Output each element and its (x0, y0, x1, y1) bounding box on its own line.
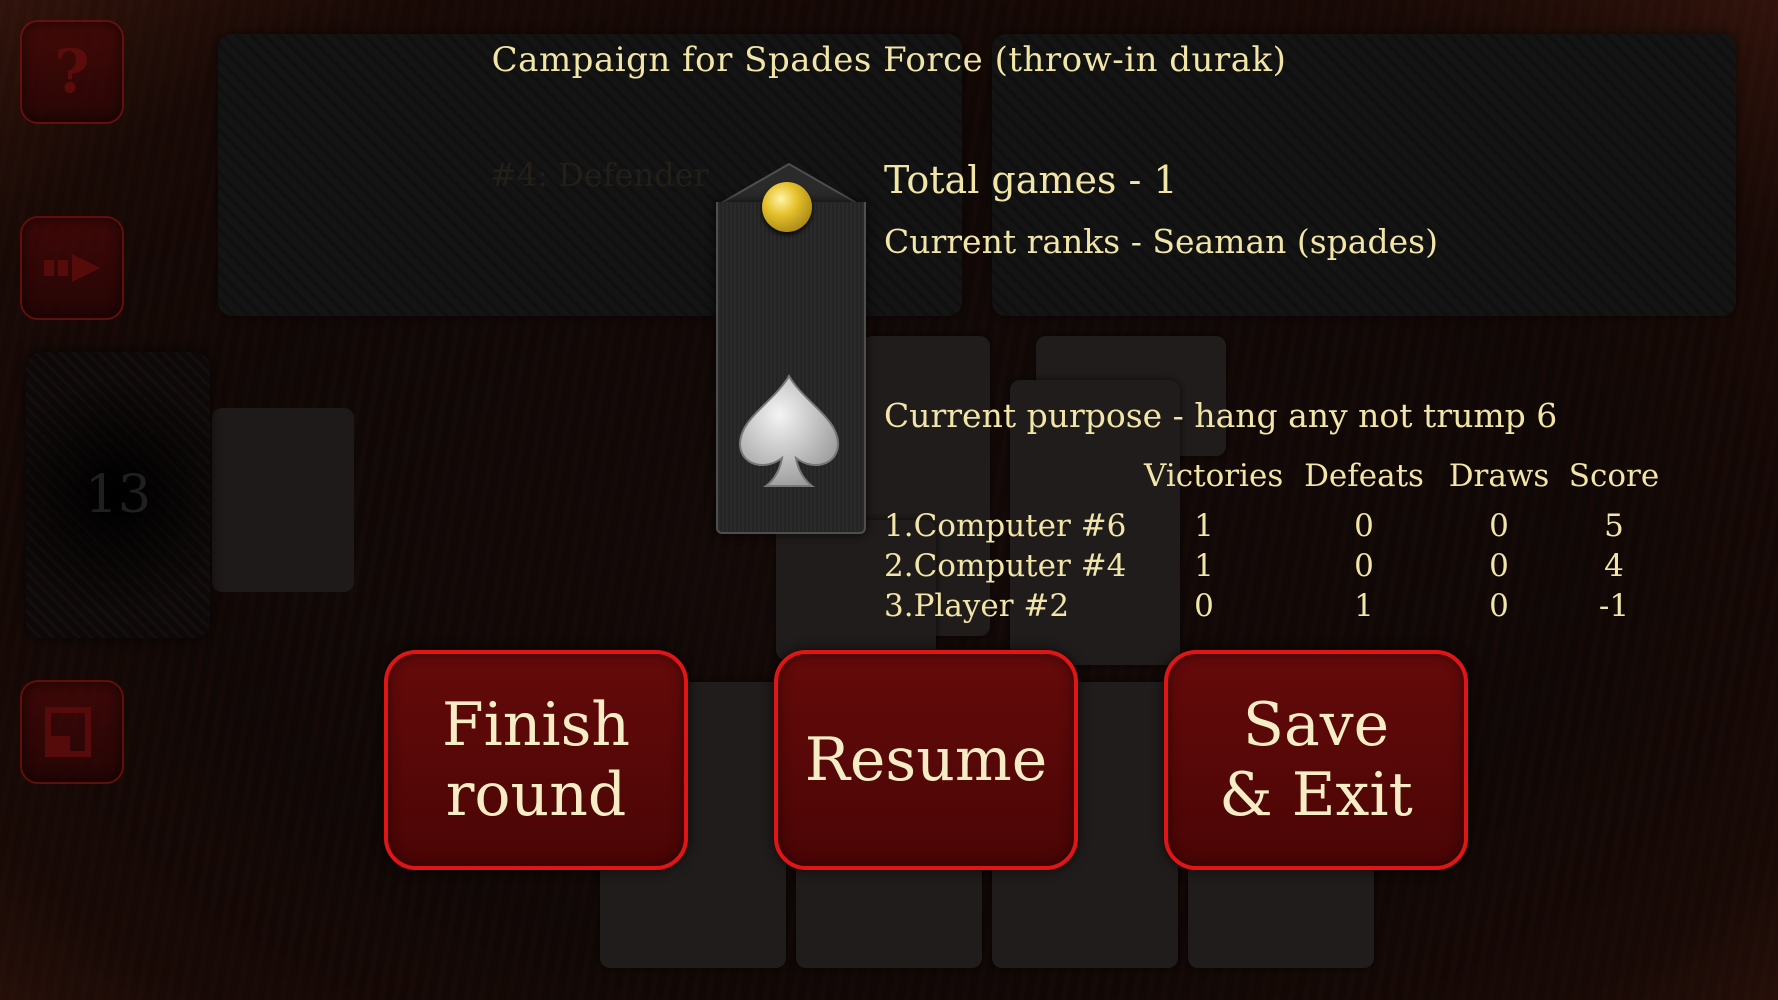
row-defeats: 0 (1354, 508, 1374, 544)
table-row: 2.Computer #4 1 0 0 4 (884, 548, 1684, 588)
row-name: 1.Computer #6 (884, 508, 1127, 544)
row-victories: 1 (1194, 508, 1214, 544)
header-score: Score (1568, 458, 1660, 494)
table-row: 1.Computer #6 1 0 0 5 (884, 508, 1684, 548)
row-name: 2.Computer #4 (884, 548, 1127, 584)
row-draws: 0 (1489, 548, 1509, 584)
card-sort-icon (44, 254, 100, 282)
card-sort-button[interactable] (20, 216, 124, 320)
current-purpose: Current purpose - hang any not trump 6 (884, 396, 1558, 435)
save-exit-button[interactable]: Save & Exit (1164, 650, 1468, 870)
row-score: 4 (1604, 548, 1624, 584)
current-ranks: Current ranks - Seaman (spades) (884, 222, 1438, 261)
row-name: 3.Player #2 (884, 588, 1070, 624)
finish-round-button[interactable]: Finish round (384, 650, 688, 870)
gold-button-icon (762, 182, 812, 232)
exit-button[interactable] (20, 680, 124, 784)
table-row: 3.Player #2 0 1 0 -1 (884, 588, 1684, 628)
row-victories: 0 (1194, 588, 1214, 624)
exit-door-icon (45, 707, 91, 757)
header-defeats: Defeats (1304, 458, 1424, 494)
row-score: 5 (1604, 508, 1624, 544)
total-games: Total games - 1 (884, 158, 1178, 202)
row-draws: 0 (1489, 508, 1509, 544)
campaign-title: Campaign for Spades Force (throw-in dura… (491, 40, 1287, 80)
spade-icon (738, 374, 840, 487)
row-victories: 1 (1194, 548, 1214, 584)
header-draws: Draws (1448, 458, 1550, 494)
row-defeats: 0 (1354, 548, 1374, 584)
row-draws: 0 (1489, 588, 1509, 624)
header-victories: Victories (1144, 458, 1284, 494)
row-score: -1 (1598, 588, 1630, 624)
row-defeats: 1 (1354, 588, 1374, 624)
resume-button[interactable]: Resume (774, 650, 1078, 870)
rank-epaulette (716, 162, 866, 534)
